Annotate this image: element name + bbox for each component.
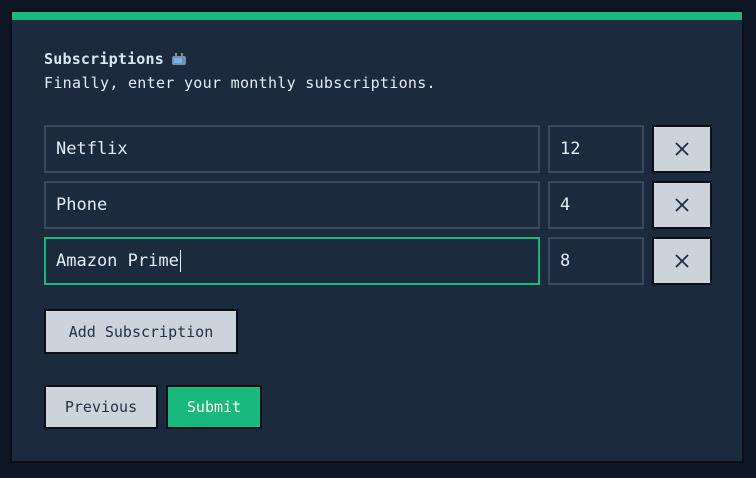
- subscription-name-input[interactable]: Phone: [44, 181, 540, 229]
- subscription-name-input[interactable]: Amazon Prime: [44, 237, 540, 285]
- previous-button[interactable]: Previous: [44, 385, 158, 429]
- subscription-amount-value: 12: [560, 139, 581, 159]
- close-icon: [675, 142, 689, 156]
- add-subscription-button[interactable]: Add Subscription: [44, 309, 238, 354]
- subscription-name-value: Netflix: [56, 139, 128, 159]
- subscription-amount-value: 8: [560, 251, 571, 271]
- subscription-row: Netflix 12: [44, 125, 712, 173]
- remove-subscription-button[interactable]: [652, 237, 712, 285]
- subscription-name-input[interactable]: Netflix: [44, 125, 540, 173]
- subscription-amount-input[interactable]: 12: [548, 125, 644, 173]
- tv-icon: [172, 52, 186, 66]
- close-icon: [675, 198, 689, 212]
- subscription-name-value: Phone: [56, 195, 108, 215]
- accent-bar: [12, 12, 742, 20]
- remove-subscription-button[interactable]: [652, 125, 712, 173]
- close-icon: [675, 254, 689, 268]
- section-subtitle: Finally, enter your monthly subscription…: [44, 74, 436, 92]
- submit-button[interactable]: Submit: [166, 385, 262, 429]
- section-title: Subscriptions: [44, 50, 164, 68]
- subscription-row: Phone 4: [44, 181, 712, 229]
- subscription-name-value: Amazon Prime: [56, 251, 179, 271]
- subscription-amount-value: 4: [560, 195, 571, 215]
- text-cursor: [179, 250, 181, 272]
- subscriptions-card: Subscriptions Finally, enter your monthl…: [10, 10, 744, 463]
- subscription-amount-input[interactable]: 8: [548, 237, 644, 285]
- subscription-row: Amazon Prime 8: [44, 237, 712, 285]
- subscription-amount-input[interactable]: 4: [548, 181, 644, 229]
- section-header: Subscriptions: [44, 50, 186, 68]
- remove-subscription-button[interactable]: [652, 181, 712, 229]
